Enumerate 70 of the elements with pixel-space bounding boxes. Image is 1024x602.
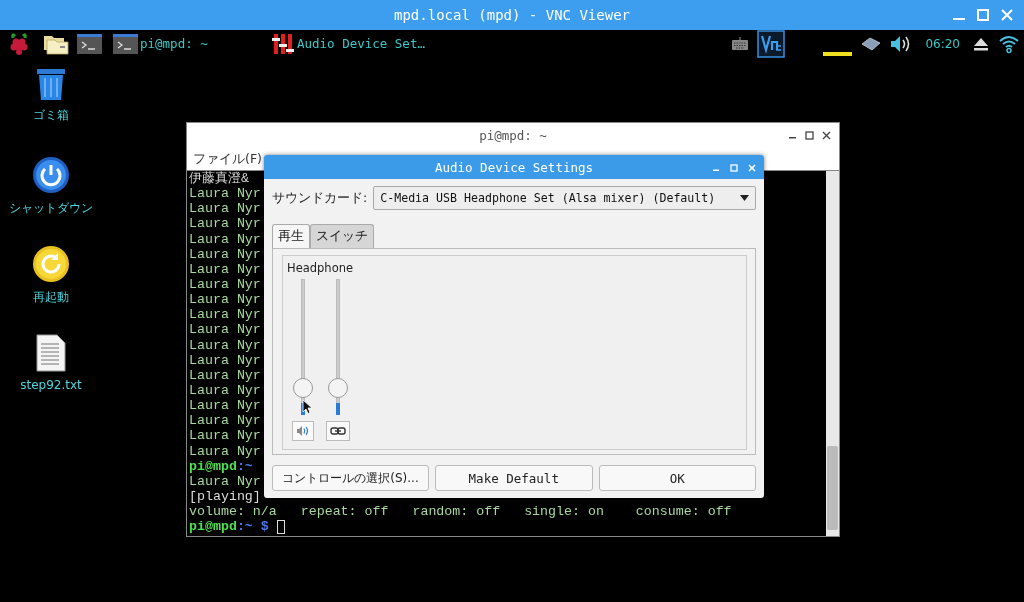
terminal-line: Laura Nyr xyxy=(189,428,261,444)
terminal-line: Laura Nyr xyxy=(189,186,261,202)
mixer-icon xyxy=(271,32,295,55)
field-label: サウンドカード: xyxy=(272,189,368,207)
trash-icon[interactable] xyxy=(34,67,68,101)
keyboard-icon[interactable] xyxy=(732,37,749,50)
prompt-path: :~ xyxy=(236,519,253,535)
terminal-line: Laura Nyr xyxy=(189,277,261,293)
chain-link-icon xyxy=(330,426,346,436)
volume-slider[interactable] xyxy=(328,279,348,415)
terminal-line: Laura Nyr xyxy=(189,367,261,383)
dialog-button[interactable]: OK xyxy=(598,465,756,491)
sound-card-dropdown[interactable]: C-Media USB Headphone Set (Alsa mixer) (Default) xyxy=(373,186,756,210)
terminal-line: Laura Nyr xyxy=(189,473,261,489)
terminal-line: Laura Nyr xyxy=(189,337,261,353)
close-icon[interactable] xyxy=(822,131,831,140)
terminal-line: [playing] xyxy=(189,488,261,505)
terminal-line: Laura Nyr xyxy=(189,246,261,262)
terminal-line: Laura Nyr xyxy=(189,443,261,459)
taskbar-button[interactable]: Audio Device Set… xyxy=(271,32,441,55)
dialog-title: Audio Device Settings xyxy=(434,159,593,175)
raspberry-icon[interactable] xyxy=(9,32,29,55)
power-icon[interactable] xyxy=(32,156,70,194)
caret-icon xyxy=(740,195,749,201)
prompt-path: :~ xyxy=(236,458,253,474)
terminal-line: Laura Nyr xyxy=(189,413,261,429)
mouse-cursor-icon xyxy=(302,399,312,414)
menu-item[interactable]: ファイル(F) xyxy=(193,150,262,168)
prompt-user: pi@mpd xyxy=(189,519,237,535)
desktop-icon-label[interactable]: シャットダウン xyxy=(9,200,93,217)
tab[interactable]: 再生 xyxy=(272,224,310,248)
clock[interactable]: 06:20 xyxy=(925,36,960,51)
terminal-line: Laura Nyr xyxy=(189,382,261,399)
taskbar-button[interactable]: pi@mpd: ~ xyxy=(113,33,263,54)
desktop-icon-label[interactable]: step92.txt xyxy=(20,378,82,392)
terminal-icon[interactable] xyxy=(77,33,102,54)
terminal-line: volume: n/a repeat: off random: off single: on consume: off xyxy=(189,504,732,520)
terminal-icon xyxy=(113,33,138,54)
terminal-line: Laura Nyr xyxy=(189,216,261,232)
drive-icon[interactable] xyxy=(861,36,882,51)
group-label: Headphone xyxy=(287,261,355,275)
terminal-line: 伊藤真澄& xyxy=(189,171,249,187)
scrollbar[interactable] xyxy=(826,171,839,536)
wifi-icon[interactable] xyxy=(998,33,1020,54)
dialog-button[interactable]: コントロールの選択(S)... xyxy=(272,465,429,491)
terminal-line: Laura Nyr xyxy=(189,261,261,277)
dialog-button[interactable]: Make Default xyxy=(435,465,593,491)
toggle-button[interactable] xyxy=(292,421,314,441)
terminal-line: Laura Nyr xyxy=(189,231,261,247)
restart-icon[interactable] xyxy=(32,245,70,283)
terminal-line: Laura Nyr xyxy=(189,201,261,217)
window-title: mpd.local (mpd) - VNC Viewer xyxy=(394,7,630,23)
prompt-user: pi@mpd xyxy=(189,458,237,474)
terminal-line: Laura Nyr xyxy=(189,322,261,338)
tab[interactable]: スイッチ xyxy=(310,224,374,248)
toggle-button[interactable] xyxy=(326,421,350,441)
terminal-line: Laura Nyr xyxy=(189,307,261,323)
desktop-icon-label[interactable]: 再起動 xyxy=(33,289,69,306)
terminal-line: Laura Nyr xyxy=(189,292,261,308)
text-file-icon[interactable] xyxy=(36,334,66,372)
maximize-icon[interactable] xyxy=(805,131,814,140)
vnc-logo-icon[interactable] xyxy=(757,29,786,58)
scrollbar-thumb[interactable] xyxy=(827,446,838,530)
speaker-icon xyxy=(296,425,310,437)
eject-icon[interactable] xyxy=(973,36,989,51)
prompt-symbol: $ xyxy=(259,519,269,535)
desktop-icon-label[interactable]: ゴミ箱 xyxy=(33,107,69,124)
terminal-line: Laura Nyr xyxy=(189,352,261,368)
terminal-line: Laura Nyr xyxy=(189,398,261,414)
window-title: pi@mpd: ~ xyxy=(479,128,547,143)
